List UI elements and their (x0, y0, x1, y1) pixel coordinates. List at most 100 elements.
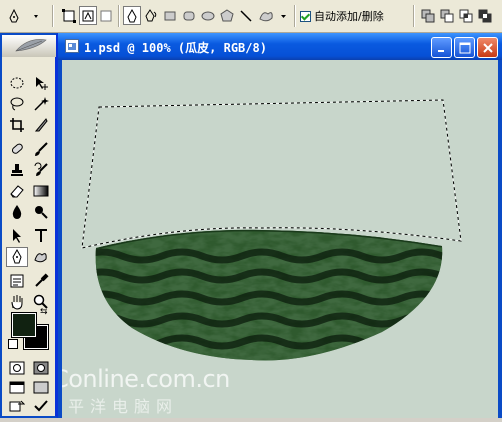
lasso-tool[interactable] (6, 94, 28, 114)
auto-add-delete-checkbox[interactable]: 自动添加/删除 (300, 8, 384, 24)
artwork (81, 99, 462, 361)
maximize-icon (459, 42, 470, 53)
polygon-button[interactable] (218, 6, 236, 25)
gradient-tool[interactable] (30, 181, 52, 201)
paths-button[interactable] (79, 6, 97, 25)
options-bar: 自动添加/删除 (0, 0, 502, 33)
ellipse-icon (201, 11, 215, 20)
document-canvas[interactable]: PConline.com.cn 太平洋电脑网 (62, 60, 498, 418)
quick-mask-mode-button[interactable] (30, 358, 52, 378)
eyedropper-tool[interactable] (30, 271, 52, 291)
type-tool[interactable] (30, 226, 52, 246)
pen-icon (9, 8, 38, 22)
blur-tool[interactable] (6, 202, 28, 222)
pen-tool[interactable] (6, 247, 28, 267)
freeform-pen-button[interactable] (142, 6, 160, 25)
stamp-icon (11, 164, 23, 176)
path-selection-arrow-icon (13, 229, 21, 243)
clone-stamp-tool[interactable] (6, 160, 28, 180)
custom-shape-icon (259, 11, 286, 21)
psd-document-icon (65, 39, 79, 53)
rounded-rectangle-button[interactable] (180, 6, 198, 25)
toolbox: ⇆ (0, 33, 58, 418)
type-icon (35, 229, 47, 242)
notes-tool[interactable] (6, 271, 28, 291)
toolbox-header[interactable] (2, 35, 56, 57)
line-button[interactable] (237, 6, 255, 25)
check-icon-button[interactable] (30, 396, 52, 416)
slice-tool[interactable] (30, 115, 52, 135)
polygon-icon (220, 8, 234, 21)
auto-add-delete-label: 自动添加/删除 (314, 10, 384, 23)
subtract-shape-area-icon (440, 9, 454, 22)
screen-mode-icon (9, 381, 25, 394)
intersect-shape-areas-button[interactable] (457, 6, 475, 25)
dodge-icon (35, 206, 48, 219)
move-icon (36, 77, 48, 90)
close-icon (482, 42, 493, 53)
watermelon-rind-half (95, 229, 443, 361)
gradient-icon (33, 185, 49, 197)
maximize-button[interactable] (454, 37, 475, 58)
minimize-icon (437, 49, 444, 52)
shape-layers-button[interactable] (60, 6, 78, 25)
crop-tool[interactable] (6, 115, 28, 135)
paths-icon (82, 10, 94, 21)
shape-layers-icon (62, 8, 76, 23)
magic-wand-tool[interactable] (30, 94, 52, 114)
custom-shape-icon (34, 253, 47, 263)
magic-wand-icon (34, 97, 49, 111)
color-swatches: ⇆ (8, 307, 52, 353)
standard-screen-mode-button[interactable] (6, 377, 28, 397)
ellipse-button[interactable] (199, 6, 217, 25)
full-screen-mode-button[interactable] (30, 377, 52, 397)
fill-pixels-button[interactable] (98, 6, 114, 25)
custom-shape-tool[interactable] (30, 247, 52, 267)
pen-tool-preset-picker[interactable] (4, 6, 44, 25)
swap-colors-icon[interactable]: ⇆ (40, 307, 48, 317)
eraser-tool[interactable] (6, 181, 28, 201)
exclude-overlapping-shape-areas-button[interactable] (476, 6, 494, 25)
path-selection-tool[interactable] (6, 226, 28, 246)
feather-logo-icon (15, 39, 47, 52)
pen-button[interactable] (123, 6, 141, 25)
imageready-icon (9, 400, 25, 412)
selection-marquee[interactable] (81, 99, 462, 249)
marquee-ellipse-icon (10, 77, 24, 89)
subtract-from-shape-area-button[interactable] (438, 6, 456, 25)
default-colors-icon[interactable] (8, 339, 18, 349)
standard-mode-button[interactable] (6, 358, 28, 378)
checkbox-checked-icon (300, 10, 311, 22)
hand-icon (11, 295, 23, 310)
jump-to-imageready-button[interactable] (6, 396, 28, 416)
lasso-icon (10, 97, 24, 111)
slice-icon (34, 118, 48, 132)
close-button[interactable] (477, 37, 498, 58)
eraser-icon (10, 185, 24, 198)
line-icon (240, 9, 252, 22)
rounded-rectangle-icon (183, 11, 195, 20)
intersect-shape-area-icon (459, 9, 473, 22)
minimize-button[interactable] (431, 37, 452, 58)
crop-icon (10, 118, 24, 132)
freeform-pen-icon (145, 8, 157, 21)
history-brush-tool[interactable] (30, 160, 52, 180)
dodge-tool[interactable] (30, 202, 52, 222)
brush-tool[interactable] (30, 139, 52, 159)
bandage-icon (11, 143, 23, 154)
full-screen-icon (33, 381, 49, 394)
notes-icon (10, 274, 24, 288)
checkmark-icon (34, 400, 48, 412)
brush-icon (35, 142, 48, 156)
foreground-color-swatch[interactable] (11, 312, 37, 338)
add-to-shape-area-button[interactable] (419, 6, 437, 25)
rectangle-icon (164, 11, 176, 20)
standard-mode-icon (9, 361, 25, 375)
document-titlebar[interactable]: 1.psd @ 100% (瓜皮, RGB/8) (58, 33, 502, 60)
rectangle-button[interactable] (161, 6, 179, 25)
marquee-tool[interactable] (6, 73, 28, 93)
add-shape-area-icon (421, 9, 435, 22)
move-tool[interactable] (30, 73, 52, 93)
custom-shape-button[interactable] (256, 6, 290, 25)
healing-brush-tool[interactable] (6, 139, 28, 159)
